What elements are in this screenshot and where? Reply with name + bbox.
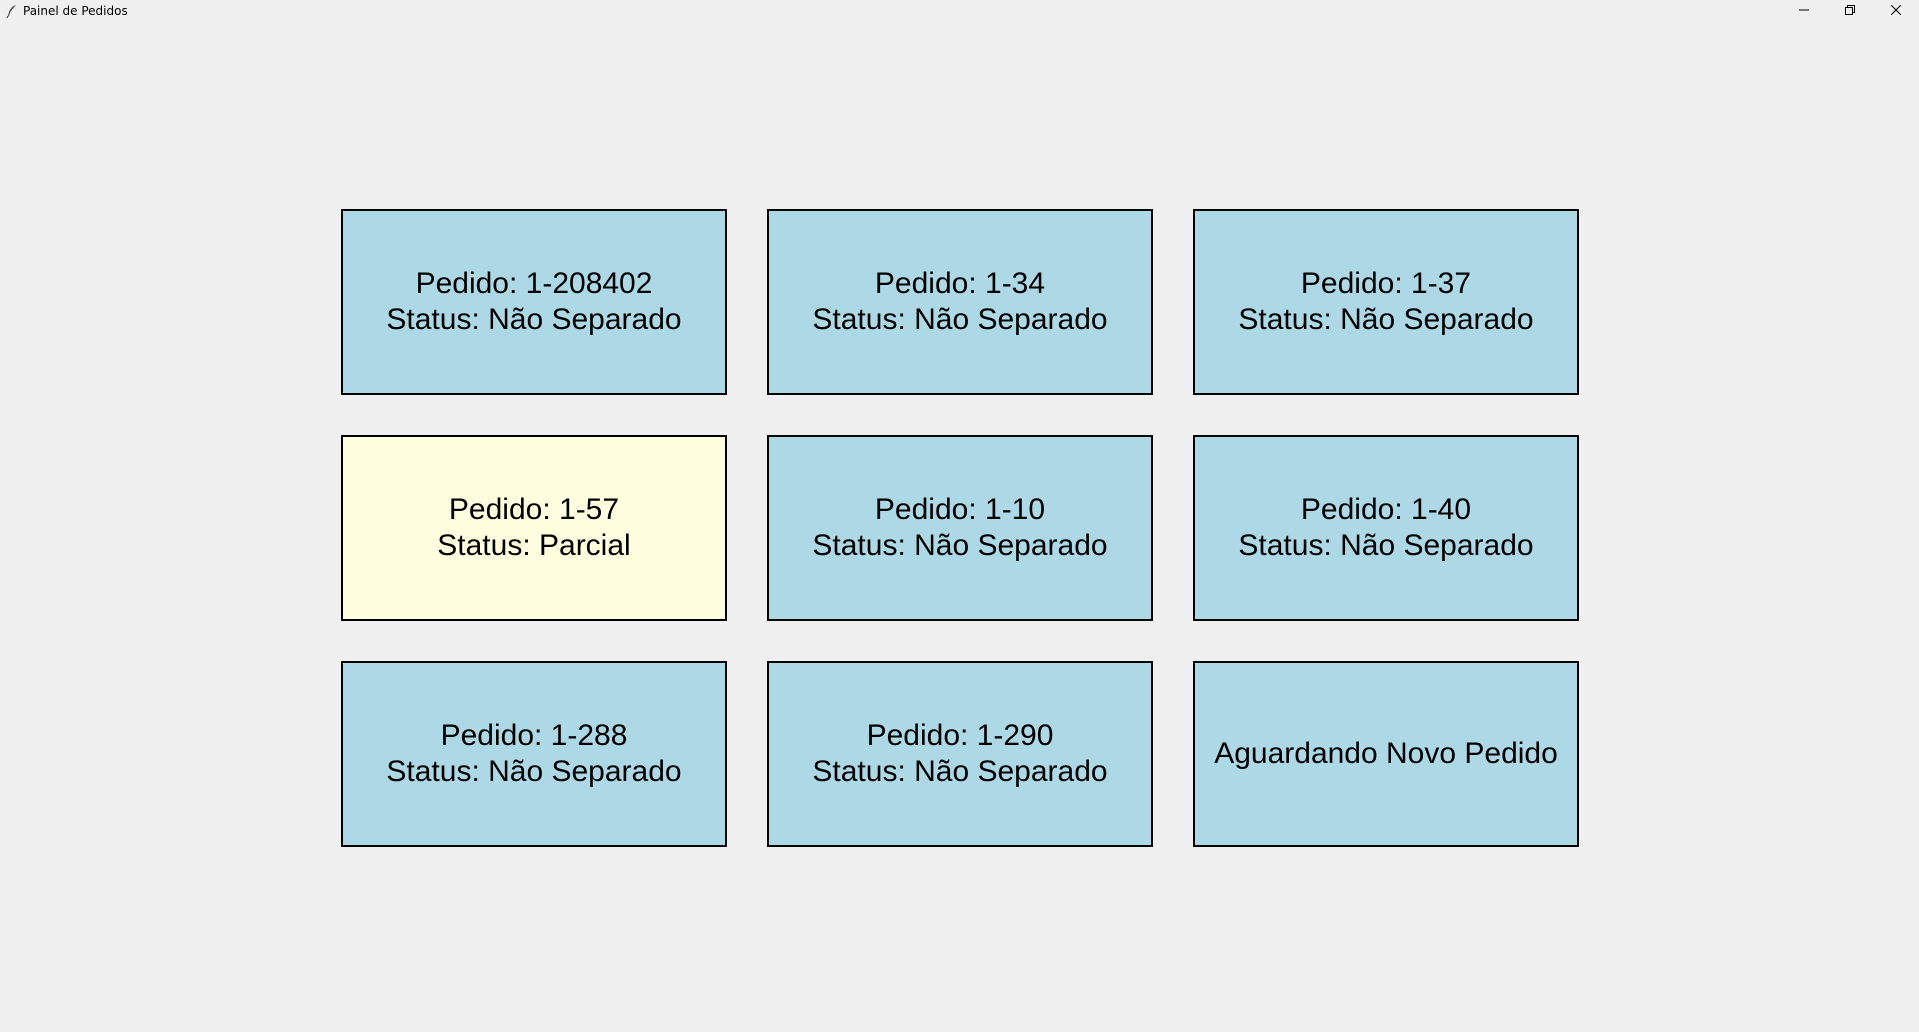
minimize-button[interactable] xyxy=(1781,0,1827,22)
title-bar[interactable]: Painel de Pedidos xyxy=(0,0,1919,22)
order-number: Pedido: 1-57 xyxy=(448,493,620,526)
order-number: Pedido: 1-10 xyxy=(874,493,1046,526)
order-card[interactable]: Pedido: 1-40 Status: Não Separado xyxy=(1193,435,1579,621)
order-card[interactable]: Pedido: 1-57 Status: Parcial xyxy=(341,435,727,621)
waiting-label: Aguardando Novo Pedido xyxy=(1214,737,1558,770)
order-status: Status: Não Separado xyxy=(1238,529,1534,562)
order-number: Pedido: 1-208402 xyxy=(415,267,653,300)
order-number: Pedido: 1-34 xyxy=(874,267,1046,300)
feather-icon xyxy=(4,3,20,19)
waiting-card[interactable]: Aguardando Novo Pedido xyxy=(1193,661,1579,847)
order-status: Status: Não Separado xyxy=(386,303,682,336)
order-status: Status: Não Separado xyxy=(812,755,1108,788)
close-icon xyxy=(1890,2,1902,20)
order-status: Status: Parcial xyxy=(437,529,631,562)
close-button[interactable] xyxy=(1873,0,1919,22)
order-number: Pedido: 1-37 xyxy=(1300,267,1472,300)
order-number: Pedido: 1-288 xyxy=(440,719,628,752)
app-window: Painel de Pedidos Pedido: 1-208402 Statu… xyxy=(0,0,1919,1032)
order-status: Status: Não Separado xyxy=(386,755,682,788)
restore-icon xyxy=(1845,2,1855,20)
restore-button[interactable] xyxy=(1827,0,1873,22)
order-status: Status: Não Separado xyxy=(812,529,1108,562)
order-card[interactable]: Pedido: 1-34 Status: Não Separado xyxy=(767,209,1153,395)
order-status: Status: Não Separado xyxy=(812,303,1108,336)
window-title: Painel de Pedidos xyxy=(23,4,128,18)
order-card[interactable]: Pedido: 1-37 Status: Não Separado xyxy=(1193,209,1579,395)
order-number: Pedido: 1-290 xyxy=(866,719,1054,752)
order-card[interactable]: Pedido: 1-290 Status: Não Separado xyxy=(767,661,1153,847)
orders-grid: Pedido: 1-208402 Status: Não Separado Pe… xyxy=(341,209,1579,847)
order-number: Pedido: 1-40 xyxy=(1300,493,1472,526)
order-card[interactable]: Pedido: 1-288 Status: Não Separado xyxy=(341,661,727,847)
window-controls xyxy=(1781,0,1919,22)
order-card[interactable]: Pedido: 1-10 Status: Não Separado xyxy=(767,435,1153,621)
order-status: Status: Não Separado xyxy=(1238,303,1534,336)
order-card[interactable]: Pedido: 1-208402 Status: Não Separado xyxy=(341,209,727,395)
minimize-icon xyxy=(1799,2,1809,20)
